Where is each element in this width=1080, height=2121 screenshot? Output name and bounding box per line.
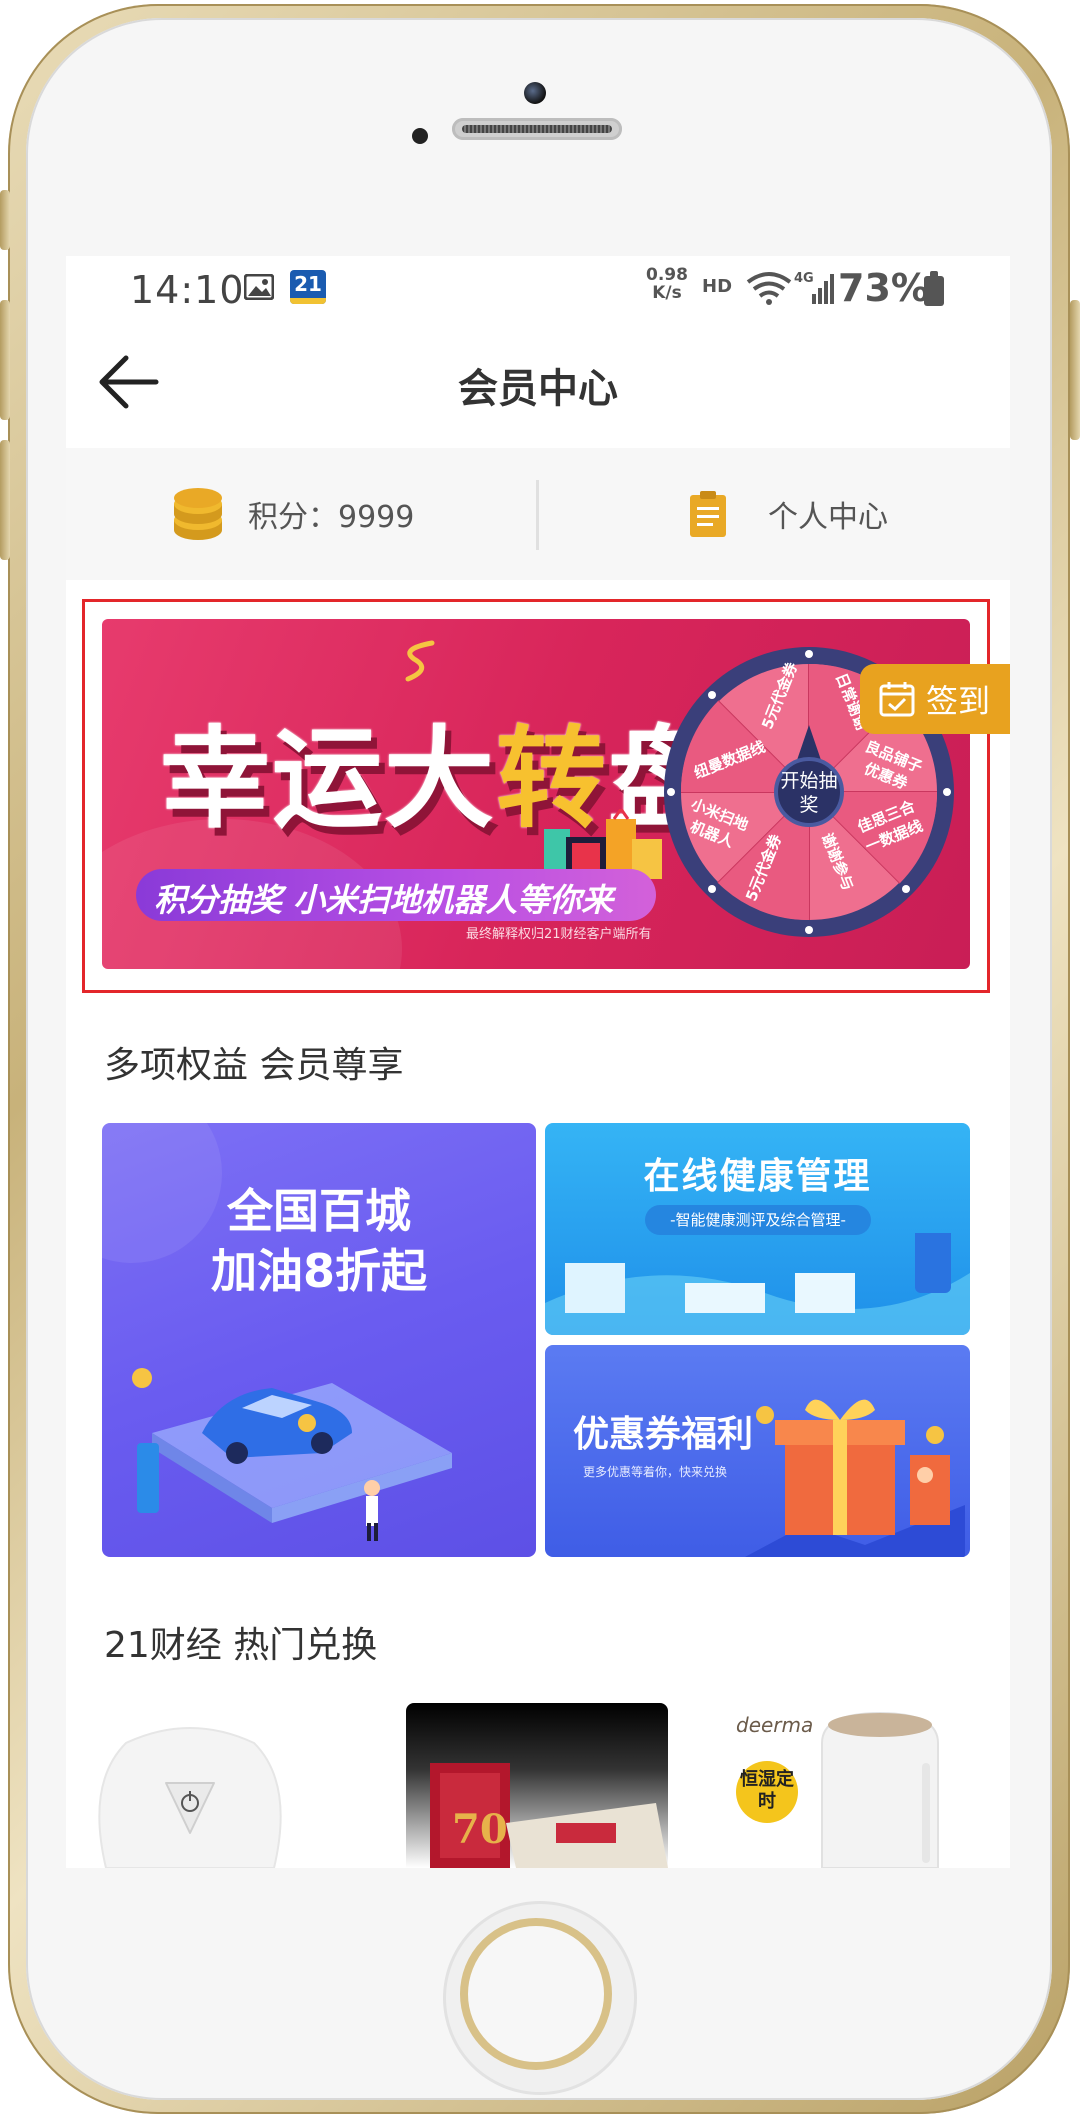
sign-in-label: 签到 <box>926 682 991 720</box>
battery-icon <box>924 271 944 306</box>
volume-down-button <box>0 440 10 560</box>
clipboard-icon <box>690 491 726 537</box>
net-speed-value: 0.98 <box>646 265 688 285</box>
banner-subtitle: 积分抽奖 小米扫地机器人等你来 <box>154 881 614 919</box>
home-button[interactable] <box>446 1904 634 2092</box>
gift-box-illustration <box>745 1399 965 1557</box>
product-card[interactable] <box>66 1703 314 1868</box>
lucky-wheel-banner[interactable]: 幸运大转盘 积分抽奖 小米扫地机器人等你来 最终解释权归21财经客户端所有 5元… <box>102 619 970 969</box>
mute-switch <box>0 190 10 250</box>
points-label: 积分：9999 <box>248 500 415 535</box>
fuel-card-line2: 加油8折起 <box>210 1244 427 1298</box>
power-button <box>1070 300 1080 440</box>
battery-percent: 73% <box>838 266 929 310</box>
network-type: 4G <box>794 271 814 286</box>
coin-stack-icon <box>174 488 222 540</box>
gallery-icon <box>244 274 274 300</box>
sign-in-button[interactable]: 签到 <box>860 664 1010 734</box>
car-illustration <box>132 1368 452 1541</box>
svg-text:70: 70 <box>452 1806 508 1853</box>
product-image: 70 <box>430 1763 668 1868</box>
net-speed: 0.98 K/s <box>646 266 688 302</box>
product-card[interactable]: 70 <box>406 1703 668 1868</box>
product-card[interactable]: deerma 恒湿定时 <box>710 1703 1010 1868</box>
benefits-section-title: 多项权益 会员尊享 <box>104 1045 404 1086</box>
member-info-bar: 积分：9999 个人中心 <box>66 448 1010 580</box>
product-image <box>98 1727 282 1868</box>
ribbon-decoration <box>405 640 435 682</box>
earpiece-speaker <box>452 118 622 140</box>
status-bar: 14:10 21 0.98 K/s HD 4G 73% <box>66 256 1010 316</box>
hd-indicator: HD <box>702 276 733 297</box>
screen: 14:10 21 0.98 K/s HD 4G 73% 会员中心 积分：9999… <box>66 256 1010 1868</box>
proximity-sensor <box>412 128 428 144</box>
cell-signal-icon: 4G <box>794 271 834 304</box>
volume-up-button <box>0 300 10 420</box>
nav-bar: 会员中心 <box>66 316 1010 449</box>
health-illustration <box>545 1233 970 1335</box>
status-time: 14:10 <box>130 268 245 312</box>
banner-note: 最终解释权归21财经客户端所有 <box>466 927 652 942</box>
fuel-discount-card[interactable]: 全国百城 加油8折起 <box>102 1123 536 1557</box>
page-title: 会员中心 <box>458 366 618 412</box>
personal-center-item[interactable]: 个人中心 <box>688 486 888 542</box>
coupon-benefit-card[interactable]: 优惠券福利 更多优惠等着你，快来兑换 <box>545 1345 970 1557</box>
banner-title-main: 幸运大 <box>160 715 496 843</box>
coupon-card-title: 优惠券福利 <box>573 1414 754 1455</box>
health-management-card[interactable]: 在线健康管理 -智能健康测评及综合管理- <box>545 1123 970 1335</box>
coupon-card-subtitle: 更多优惠等着你，快来兑换 <box>583 1465 728 1479</box>
front-camera <box>524 82 546 104</box>
personal-center-label: 个人中心 <box>768 500 888 535</box>
fuel-card-line1: 全国百城 <box>227 1184 411 1238</box>
app-notification-icon: 21 <box>290 270 326 304</box>
health-card-title: 在线健康管理 <box>643 1156 872 1197</box>
hot-exchange-section-title: 21财经 热门兑换 <box>104 1625 378 1666</box>
humidifier-image <box>821 1711 939 1868</box>
health-card-subtitle: -智能健康测评及综合管理- <box>645 1205 871 1235</box>
wifi-icon <box>746 272 792 305</box>
points-item[interactable]: 积分：9999 <box>172 486 414 542</box>
start-draw-button[interactable]: 开始抽奖 <box>774 757 844 827</box>
calendar-check-icon <box>879 682 915 717</box>
info-divider <box>536 480 539 550</box>
net-speed-unit: K/s <box>652 283 682 303</box>
